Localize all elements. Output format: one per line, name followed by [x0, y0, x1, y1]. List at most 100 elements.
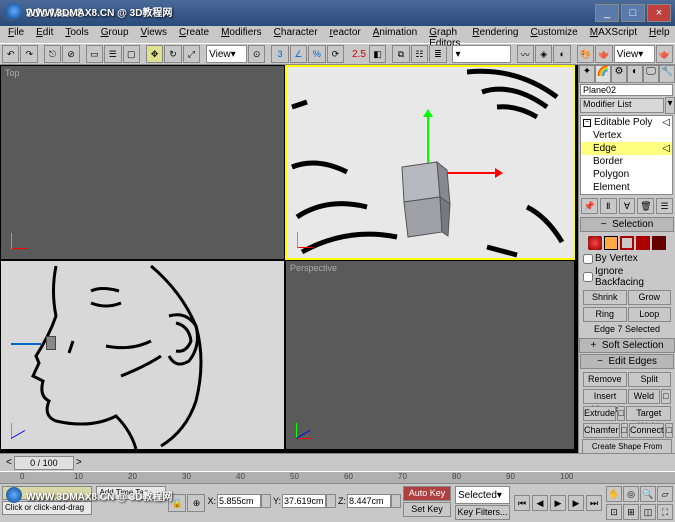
goto-end-button[interactable]: ⏭ — [586, 495, 602, 511]
auto-key-button[interactable]: Auto Key — [403, 486, 451, 501]
soft-selection-rollout[interactable]: + Soft Selection — [579, 338, 675, 353]
trackbar[interactable]: 0102030405060708090100 — [0, 471, 675, 483]
menu-help[interactable]: Help — [643, 26, 675, 43]
prev-frame-button[interactable]: ◀ — [532, 495, 548, 511]
stack-element[interactable]: Element — [581, 181, 672, 194]
menu-modifiers[interactable]: Modifiers — [215, 26, 268, 43]
layer-button[interactable]: ≣ — [429, 45, 446, 63]
mirror-button[interactable]: ⧉ — [392, 45, 409, 63]
element-sel-icon[interactable] — [652, 236, 666, 250]
utilities-tab[interactable]: 🔧 — [659, 65, 675, 83]
goto-start-button[interactable]: ⏮ — [514, 495, 530, 511]
abs-rel-button[interactable]: ⊕ — [187, 494, 205, 512]
poly-object[interactable] — [392, 152, 452, 242]
set-key-button[interactable]: Set Key — [403, 502, 451, 517]
weld-button[interactable]: Weld — [628, 389, 659, 404]
menu-character[interactable]: Character — [268, 26, 324, 43]
selection-rollout-header[interactable]: − Selection — [580, 217, 674, 232]
viewport-perspective[interactable]: Perspective — [285, 260, 575, 450]
close-button[interactable]: × — [647, 4, 671, 22]
pin-stack-button[interactable]: 📌 — [581, 198, 598, 214]
stack-editable-poly[interactable]: −Editable Poly◁ — [581, 116, 672, 129]
ignore-backfacing-checkbox[interactable]: Ignore Backfacing — [582, 265, 672, 289]
select-link-button[interactable]: ⎋ — [44, 45, 61, 63]
scale-button[interactable]: ⤢ — [183, 45, 200, 63]
select-region-button[interactable]: ▢ — [123, 45, 140, 63]
select-name-button[interactable]: ☰ — [104, 45, 121, 63]
grow-button[interactable]: Grow — [628, 290, 672, 305]
connect-settings-button[interactable]: □ — [665, 423, 672, 438]
extrude-settings-button[interactable]: □ — [617, 406, 625, 421]
maximize-button[interactable]: □ — [621, 4, 645, 22]
render-scene-button[interactable]: 🎨 — [577, 45, 594, 63]
keyfilter-dropdown[interactable]: Selected ▾ — [455, 486, 510, 504]
insert-vertex-button[interactable]: Insert Vertex — [583, 389, 627, 404]
pivot-button[interactable]: ⊙ — [248, 45, 265, 63]
material-button[interactable]: ◐ — [553, 45, 570, 63]
select-button[interactable]: ▭ — [86, 45, 103, 63]
menu-tools[interactable]: Tools — [59, 26, 94, 43]
key-filters-button[interactable]: Key Filters... — [455, 505, 510, 520]
stack-border[interactable]: Border — [581, 155, 672, 168]
target-weld-button[interactable]: Target Weld — [626, 406, 671, 421]
time-slider[interactable]: < 0 / 100 > — [0, 453, 675, 471]
polygon-sel-icon[interactable] — [636, 236, 650, 250]
snap-toggle[interactable]: 3 — [271, 45, 288, 63]
unlink-button[interactable]: ⊘ — [62, 45, 79, 63]
play-button[interactable]: ▶ — [550, 495, 566, 511]
edge-sel-icon[interactable] — [604, 236, 618, 250]
modifier-list-dropdown[interactable]: Modifier List — [580, 98, 664, 113]
create-tab[interactable]: ✦ — [579, 65, 595, 83]
menu-customize[interactable]: Customize — [524, 26, 583, 43]
object-name-input[interactable] — [580, 84, 673, 96]
next-frame-button[interactable]: ▶ — [568, 495, 584, 511]
display-tab[interactable]: 🖵 — [643, 65, 659, 83]
chamfer-button[interactable]: Chamfer — [583, 423, 620, 438]
show-end-button[interactable]: Ⅱ — [600, 198, 617, 214]
remove-mod-button[interactable]: 🗑 — [637, 198, 654, 214]
fov-button[interactable]: ▱ — [657, 486, 673, 502]
connect-button[interactable]: Connect — [629, 423, 665, 438]
curve-editor-button[interactable]: 〰 — [517, 45, 534, 63]
move-button[interactable]: ✥ — [146, 45, 163, 63]
edit-edges-rollout-header[interactable]: − Edit Edges — [580, 354, 674, 369]
rotate-button[interactable]: ↻ — [164, 45, 181, 63]
zoom-button[interactable]: 🔍 — [640, 486, 656, 502]
menu-create[interactable]: Create — [173, 26, 215, 43]
menu-reactor[interactable]: reactor — [324, 26, 367, 43]
menu-rendering[interactable]: Rendering — [466, 26, 524, 43]
schematic-button[interactable]: ◈ — [535, 45, 552, 63]
percent-snap-button[interactable]: % — [308, 45, 325, 63]
hierarchy-tab[interactable]: ⚙ — [611, 65, 627, 83]
shrink-button[interactable]: Shrink — [583, 290, 627, 305]
vertex-sel-icon[interactable] — [588, 236, 602, 250]
motion-tab[interactable]: ◐ — [627, 65, 643, 83]
render-button[interactable]: 🫖 — [656, 45, 673, 63]
undo-button[interactable]: ↶ — [2, 45, 19, 63]
remove-button[interactable]: Remove — [583, 372, 627, 387]
loop-button[interactable]: Loop — [628, 307, 672, 322]
weld-settings-button[interactable]: □ — [661, 389, 671, 404]
align-button[interactable]: ☷ — [411, 45, 428, 63]
unique-button[interactable]: ∀ — [619, 198, 636, 214]
menu-graph editors[interactable]: Graph Editors — [423, 26, 466, 43]
ref-coord-dropdown[interactable]: View ▾ — [206, 45, 247, 63]
border-sel-icon[interactable] — [620, 236, 634, 250]
time-slider-handle[interactable]: 0 / 100 — [14, 456, 74, 470]
modifier-stack[interactable]: −Editable Poly◁ Vertex Edge◁ Border Poly… — [580, 115, 673, 195]
redo-button[interactable]: ↷ — [20, 45, 37, 63]
named-sel-button[interactable]: ◧ — [369, 45, 386, 63]
arc-rotate-button[interactable]: ◎ — [623, 486, 639, 502]
ring-button[interactable]: Ring — [583, 307, 627, 322]
render-preset-dropdown[interactable]: View ▾ — [614, 45, 655, 63]
configure-button[interactable]: ☰ — [656, 198, 673, 214]
create-shape-button[interactable]: Create Shape From Selection — [582, 439, 672, 454]
menu-group[interactable]: Group — [95, 26, 135, 43]
viewport-left[interactable] — [0, 260, 285, 450]
by-vertex-checkbox[interactable]: By Vertex — [582, 252, 672, 265]
stack-polygon[interactable]: Polygon — [581, 168, 672, 181]
pan-view-button[interactable]: ✋ — [606, 486, 622, 502]
poly-object-left[interactable] — [46, 336, 56, 350]
menu-maxscript[interactable]: MAXScript — [584, 26, 643, 43]
split-button[interactable]: Split — [628, 372, 672, 387]
